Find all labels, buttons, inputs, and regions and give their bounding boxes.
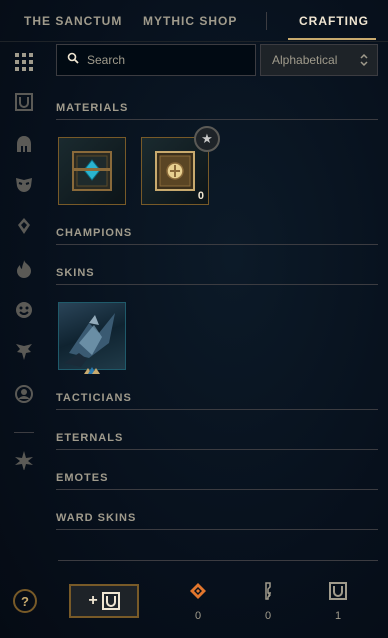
loot-box-icon[interactable] bbox=[12, 90, 36, 114]
sort-dropdown[interactable]: Alphabetical bbox=[260, 44, 378, 76]
section-tacticians[interactable]: TACTICIANS bbox=[56, 390, 378, 410]
champion-helmet-icon[interactable] bbox=[12, 132, 36, 156]
summoner-icon[interactable] bbox=[12, 256, 36, 280]
chevron-updown-icon bbox=[359, 53, 369, 70]
section-eternals[interactable]: ETERNALS bbox=[56, 430, 378, 450]
top-nav: THE SANCTUM MYTHIC SHOP CRAFTING bbox=[0, 0, 388, 42]
search-icon bbox=[67, 51, 79, 69]
tab-the-sanctum[interactable]: THE SANCTUM bbox=[24, 14, 122, 28]
skin-artwork bbox=[64, 313, 115, 367]
help-button[interactable]: ? bbox=[13, 589, 37, 613]
search-field[interactable] bbox=[56, 44, 256, 76]
section-ward-skins[interactable]: WARD SKINS bbox=[56, 510, 378, 530]
category-sidebar bbox=[0, 42, 48, 638]
star-icon: ★ bbox=[194, 126, 220, 152]
tactician-icon[interactable] bbox=[12, 340, 36, 364]
chest-currency: 1 bbox=[326, 582, 350, 622]
orange-essence-value: 0 bbox=[194, 610, 202, 622]
selection-triangle-icon bbox=[84, 367, 100, 374]
skin-shard-tile[interactable] bbox=[58, 302, 126, 370]
eternals-icon[interactable] bbox=[12, 448, 36, 472]
sidebar-divider bbox=[14, 432, 34, 433]
add-label: + bbox=[88, 592, 98, 609]
section-skins[interactable]: SKINS bbox=[56, 265, 378, 285]
footer-divider bbox=[58, 560, 378, 561]
key-currency: 0 bbox=[256, 582, 280, 622]
orange-essence-currency: 0 bbox=[186, 582, 210, 622]
material-count: 0 bbox=[197, 190, 204, 202]
hextech-chest-icon bbox=[72, 151, 112, 191]
sort-value: Alphabetical bbox=[272, 53, 338, 67]
search-input[interactable] bbox=[87, 53, 247, 67]
orange-essence-icon bbox=[190, 583, 206, 599]
active-tab-indicator bbox=[288, 38, 376, 40]
tab-crafting[interactable]: CRAFTING bbox=[299, 14, 369, 28]
chest-icon bbox=[329, 582, 347, 600]
profile-icon[interactable] bbox=[12, 382, 36, 406]
key-value: 0 bbox=[264, 610, 272, 622]
section-emotes[interactable]: EMOTES bbox=[56, 470, 378, 490]
tab-divider bbox=[266, 12, 267, 30]
skin-mask-icon[interactable] bbox=[12, 172, 36, 196]
ward-icon[interactable] bbox=[12, 214, 36, 238]
section-materials[interactable]: MATERIALS bbox=[56, 100, 378, 120]
loot-box-icon bbox=[101, 592, 120, 610]
add-loot-button[interactable]: + bbox=[69, 584, 139, 618]
section-champions[interactable]: CHAMPIONS bbox=[56, 225, 378, 245]
grid-icon[interactable] bbox=[12, 50, 36, 74]
tab-mythic-shop[interactable]: MYTHIC SHOP bbox=[143, 14, 237, 28]
chest-value: 1 bbox=[334, 610, 342, 622]
emote-icon[interactable] bbox=[12, 298, 36, 322]
key-icon bbox=[265, 582, 272, 600]
material-hextech-chest[interactable] bbox=[58, 137, 126, 205]
